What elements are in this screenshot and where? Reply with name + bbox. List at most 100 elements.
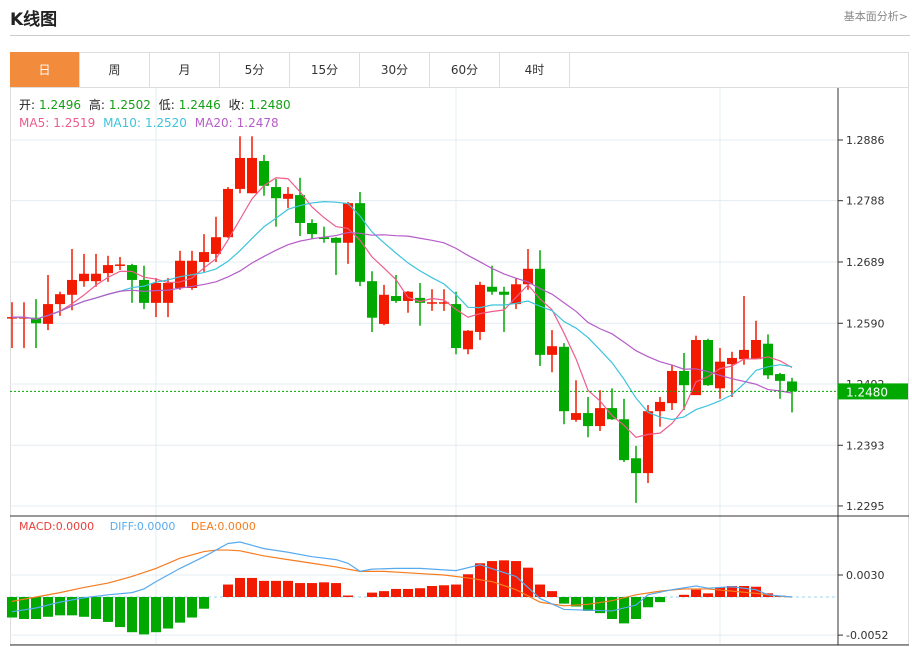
macd-bar bbox=[223, 584, 233, 597]
macd-bar bbox=[391, 588, 401, 597]
macd-bar bbox=[127, 597, 137, 633]
candle-body bbox=[583, 413, 593, 427]
price-tick-label: 1.2295 bbox=[846, 500, 885, 513]
macd-tick-label: -0.0052 bbox=[846, 629, 888, 642]
candle-body bbox=[535, 268, 545, 355]
candle bbox=[127, 263, 137, 303]
candle bbox=[667, 364, 677, 410]
ma20-label: MA20: bbox=[194, 116, 233, 130]
macd-bar bbox=[487, 561, 497, 597]
macd-bar bbox=[295, 583, 305, 597]
open-value: 1.2496 bbox=[39, 98, 82, 112]
candle bbox=[619, 398, 629, 462]
macd-bar bbox=[427, 586, 437, 597]
macd-bar bbox=[691, 589, 701, 597]
candle bbox=[19, 302, 29, 349]
candle bbox=[403, 291, 413, 313]
candle bbox=[235, 136, 245, 194]
macd-bar bbox=[139, 597, 149, 635]
macd-bar bbox=[343, 595, 353, 597]
candle-body bbox=[391, 296, 401, 301]
macd-bar bbox=[451, 584, 461, 597]
macd-bar bbox=[499, 560, 509, 597]
candle-body bbox=[343, 203, 353, 243]
price-tick-label: 1.2590 bbox=[846, 317, 885, 330]
candle bbox=[451, 291, 461, 355]
candle bbox=[559, 343, 569, 425]
candle bbox=[751, 320, 761, 360]
candle-body bbox=[355, 203, 365, 282]
candle bbox=[463, 330, 473, 355]
macd-bar bbox=[379, 591, 389, 597]
macd-bar bbox=[523, 567, 533, 597]
macd-bar bbox=[331, 583, 341, 597]
macd-bar bbox=[679, 594, 689, 597]
macd-tick-label: 0.0030 bbox=[846, 569, 885, 582]
low-value: 1.2446 bbox=[178, 98, 221, 112]
open-label: 开: bbox=[19, 98, 36, 112]
candle-body bbox=[487, 286, 497, 292]
macd-bar bbox=[403, 588, 413, 597]
candle bbox=[691, 335, 701, 396]
candle bbox=[583, 396, 593, 438]
candle-body bbox=[67, 279, 77, 295]
dea-value: 0.0000 bbox=[217, 520, 256, 533]
macd-bar bbox=[715, 587, 725, 597]
candle-body bbox=[463, 330, 473, 350]
candle bbox=[379, 284, 389, 326]
candle-body bbox=[235, 157, 245, 189]
candle-body bbox=[475, 284, 485, 332]
candle-body bbox=[367, 281, 377, 318]
macd-value: 0.0000 bbox=[55, 520, 95, 533]
candle bbox=[151, 278, 161, 318]
candle bbox=[271, 179, 281, 227]
ma10-label: MA10: bbox=[103, 116, 141, 130]
ohlc-info: 开: 1.2496 高: 1.2502 低: 1.2446 收: 1.2480 MA5:… bbox=[19, 96, 295, 132]
candle bbox=[187, 250, 197, 290]
candle-body bbox=[547, 346, 557, 355]
macd-bar bbox=[367, 592, 377, 597]
candle bbox=[175, 250, 185, 290]
candle bbox=[307, 219, 317, 240]
candle bbox=[475, 281, 485, 340]
diff-label: DIFF: bbox=[109, 520, 137, 533]
macd-bar bbox=[43, 597, 53, 617]
macd-bar bbox=[271, 580, 281, 597]
candle bbox=[595, 390, 605, 432]
ma5-label: MA5: bbox=[19, 116, 50, 130]
candle-body bbox=[247, 157, 257, 194]
macd-bar bbox=[559, 597, 569, 604]
candle bbox=[775, 372, 785, 399]
candle bbox=[355, 192, 365, 287]
macd-bar bbox=[751, 586, 761, 597]
candle-body bbox=[55, 294, 65, 305]
candle-body bbox=[763, 343, 773, 376]
macd-bar bbox=[547, 591, 557, 597]
macd-bar bbox=[7, 597, 17, 618]
candle-body bbox=[175, 260, 185, 288]
macd-bar bbox=[55, 597, 65, 616]
macd-bar bbox=[199, 597, 209, 609]
macd-bar bbox=[175, 597, 185, 623]
candle bbox=[415, 283, 425, 326]
candle-body bbox=[307, 222, 317, 235]
macd-bar bbox=[79, 597, 89, 617]
high-value: 1.2502 bbox=[108, 98, 151, 112]
candle-body bbox=[379, 294, 389, 324]
macd-bar bbox=[259, 580, 269, 597]
candle bbox=[631, 445, 641, 503]
candle-body bbox=[79, 273, 89, 282]
candle bbox=[115, 257, 125, 271]
candle-body bbox=[223, 188, 233, 238]
candle bbox=[7, 302, 17, 349]
macd-bar bbox=[283, 580, 293, 597]
kline-widget: K线图 基本面分析> 日 周 月 5分 15分 30分 60分 4时 1.288… bbox=[0, 0, 912, 647]
candle-body bbox=[199, 252, 209, 262]
candle-body bbox=[727, 357, 737, 365]
candle-body bbox=[655, 401, 665, 412]
candle-body bbox=[295, 195, 305, 223]
candle bbox=[223, 187, 233, 238]
candle-body bbox=[631, 458, 641, 474]
macd-bar bbox=[247, 577, 257, 597]
dea-label: DEA: bbox=[190, 520, 218, 533]
